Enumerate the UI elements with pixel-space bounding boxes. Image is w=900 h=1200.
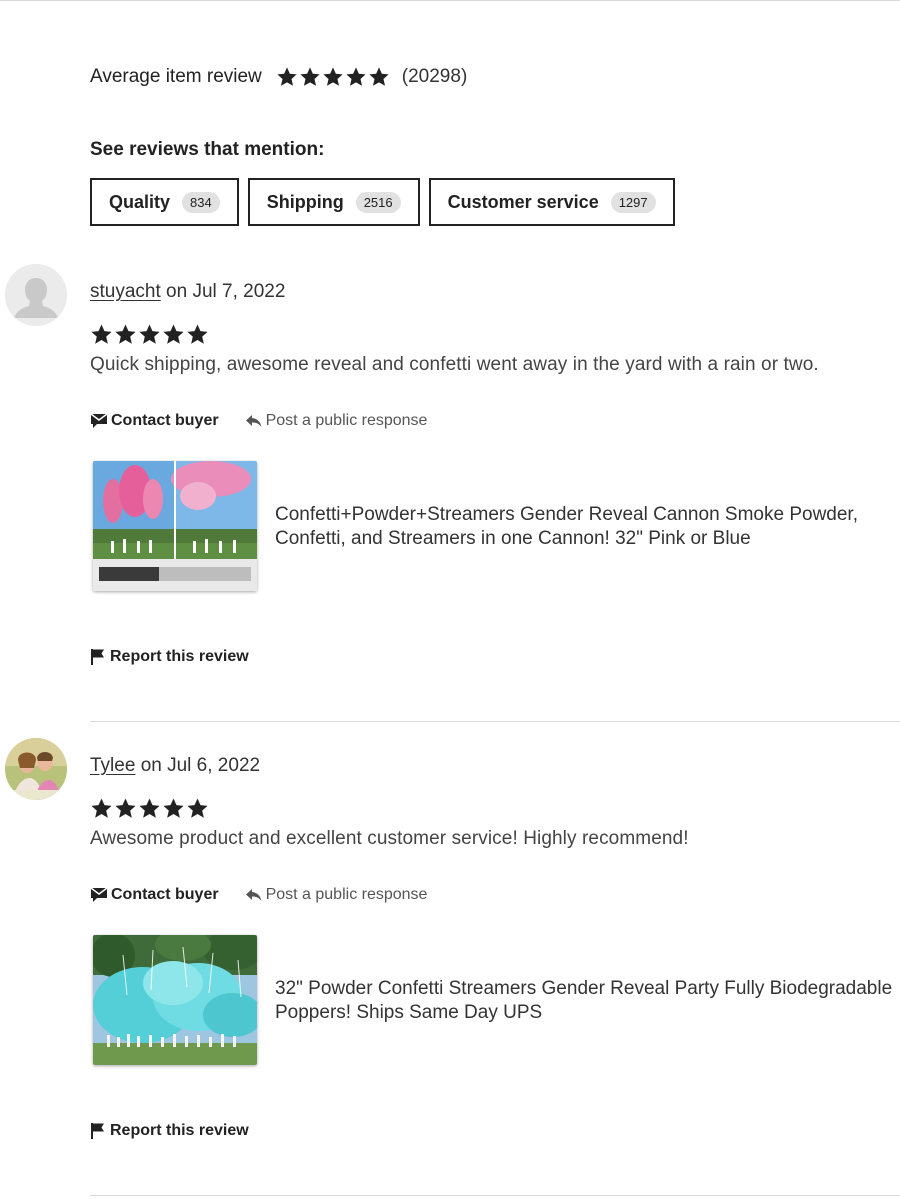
star-icon	[114, 797, 137, 820]
average-review-summary: Average item review (20298)	[90, 64, 467, 90]
mention-filter-chips: Quality 834 Shipping 2516 Customer servi…	[90, 178, 675, 226]
post-response-label: Post a public response	[265, 412, 428, 429]
product-title-link[interactable]: 32" Powder Confetti Streamers Gender Rev…	[275, 977, 900, 1025]
review-byline: Tylee on Jul 6, 2022	[90, 755, 260, 777]
report-review-button[interactable]: Report this review	[90, 648, 249, 666]
review-divider	[90, 1195, 900, 1196]
top-divider	[0, 0, 900, 1]
chip-count-badge: 834	[182, 191, 220, 213]
review-text: Awesome product and excellent customer s…	[90, 828, 689, 849]
product-title-link[interactable]: Confetti+Powder+Streamers Gender Reveal …	[275, 503, 900, 551]
filter-chip-quality[interactable]: Quality 834	[90, 178, 239, 226]
review-rating-stars	[90, 797, 209, 820]
star-icon	[138, 797, 161, 820]
review-text: Quick shipping, awesome reveal and confe…	[90, 354, 819, 375]
reviewer-name-link[interactable]: Tylee	[90, 755, 135, 776]
star-icon	[138, 323, 161, 346]
flag-icon	[90, 1122, 106, 1140]
star-icon	[114, 323, 137, 346]
star-icon	[90, 797, 113, 820]
chip-count-badge: 1297	[610, 191, 656, 213]
message-icon	[90, 413, 108, 429]
star-icon	[162, 323, 185, 346]
review-date: on Jul 7, 2022	[160, 281, 286, 302]
report-label: Report this review	[110, 1122, 249, 1139]
review-actions: Contact buyer Post a public response	[90, 886, 427, 904]
reply-arrow-icon	[245, 887, 263, 903]
product-thumbnail[interactable]	[93, 461, 257, 591]
flag-icon	[90, 648, 106, 666]
contact-buyer-label: Contact buyer	[111, 886, 219, 903]
filter-chip-shipping[interactable]: Shipping 2516	[247, 178, 420, 226]
contact-buyer-button[interactable]: Contact buyer	[90, 412, 219, 430]
star-icon	[322, 66, 344, 88]
average-review-label: Average item review	[90, 66, 262, 87]
star-icon	[90, 323, 113, 346]
filter-chip-customer-service[interactable]: Customer service 1297	[428, 178, 675, 226]
chip-label: Customer service	[447, 191, 599, 212]
star-icon	[368, 66, 390, 88]
review-rating-stars	[90, 323, 209, 346]
reviewer-name-link[interactable]: stuyacht	[90, 281, 161, 302]
product-thumbnail[interactable]	[93, 935, 257, 1065]
contact-buyer-label: Contact buyer	[111, 412, 219, 429]
star-icon	[162, 797, 185, 820]
contact-buyer-button[interactable]: Contact buyer	[90, 886, 219, 904]
chip-label: Shipping	[266, 191, 344, 212]
avatar[interactable]	[5, 738, 67, 800]
star-icon	[345, 66, 367, 88]
post-public-response-button[interactable]: Post a public response	[245, 886, 428, 904]
avatar[interactable]	[5, 264, 67, 326]
message-icon	[90, 887, 108, 903]
star-icon	[299, 66, 321, 88]
star-icon	[186, 797, 209, 820]
average-rating-stars	[276, 66, 390, 88]
review-actions: Contact buyer Post a public response	[90, 412, 427, 430]
report-label: Report this review	[110, 648, 249, 665]
review-count: (20298)	[401, 66, 468, 87]
review-byline: stuyacht on Jul 7, 2022	[90, 281, 285, 303]
mentions-heading: See reviews that mention:	[90, 139, 325, 160]
chip-label: Quality	[109, 191, 171, 212]
chip-count-badge: 2516	[355, 191, 401, 213]
reply-arrow-icon	[245, 413, 263, 429]
star-icon	[276, 66, 298, 88]
star-icon	[186, 323, 209, 346]
review-date: on Jul 6, 2022	[135, 755, 261, 776]
report-review-button[interactable]: Report this review	[90, 1122, 249, 1140]
post-public-response-button[interactable]: Post a public response	[245, 412, 428, 430]
post-response-label: Post a public response	[265, 886, 428, 903]
review-divider	[90, 721, 900, 722]
